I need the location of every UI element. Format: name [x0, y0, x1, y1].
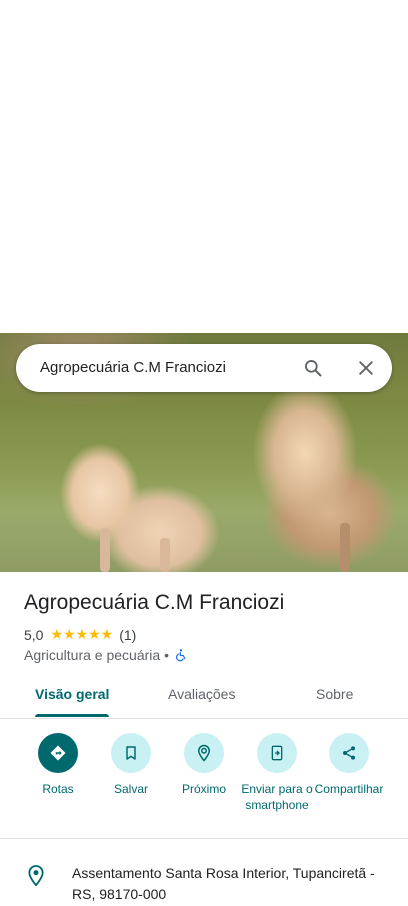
bookmark-icon: [126, 746, 136, 760]
nearby-icon-wrap: [184, 733, 224, 773]
share-label: Compartilhar: [314, 782, 384, 796]
active-tab-indicator: [35, 714, 109, 717]
review-count[interactable]: (1): [119, 627, 136, 643]
directions-label: Rotas: [42, 782, 74, 796]
close-icon[interactable]: [356, 358, 376, 378]
send-to-phone-icon-wrap: [257, 733, 297, 773]
place-category-row: Agricultura e pecuária •: [24, 647, 188, 663]
directions-button[interactable]: Rotas: [18, 733, 98, 797]
rating-value: 5,0: [24, 626, 44, 643]
place-category: Agricultura e pecuária •: [24, 647, 169, 663]
send-to-phone-button[interactable]: Enviar para o smartphone: [237, 733, 317, 813]
address-text[interactable]: Assentamento Santa Rosa Interior, Tupanc…: [72, 863, 392, 905]
sheep-leg: [160, 538, 170, 572]
directions-icon: [50, 745, 66, 761]
save-button[interactable]: Salvar: [91, 733, 171, 797]
star-rating-icon: ★★★★★: [50, 626, 114, 642]
directions-icon-wrap: [38, 733, 78, 773]
tab-about[interactable]: Sobre: [316, 686, 353, 702]
save-icon-wrap: [111, 733, 151, 773]
wheelchair-accessible-icon: [175, 649, 186, 662]
share-button[interactable]: Compartilhar: [309, 733, 389, 797]
tab-bar: Visão geral Avaliações Sobre: [0, 672, 408, 719]
sheep-leg: [340, 523, 350, 572]
send-to-phone-label: Enviar para o smartphone: [241, 782, 313, 812]
tab-reviews[interactable]: Avaliações: [168, 686, 235, 702]
sheep-leg: [100, 528, 110, 572]
search-bar[interactable]: Agropecuária C.M Franciozi: [16, 344, 392, 392]
location-pin-icon: [28, 865, 44, 887]
rating-row[interactable]: 5,0 ★★★★★ (1): [24, 626, 136, 643]
share-icon: [343, 746, 355, 760]
place-title: Agropecuária C.M Franciozi: [24, 591, 285, 614]
section-divider: [0, 838, 408, 839]
nearby-label: Próximo: [181, 782, 226, 796]
tab-overview[interactable]: Visão geral: [35, 686, 109, 702]
search-icon[interactable]: [303, 358, 323, 378]
save-label: Salvar: [113, 782, 148, 796]
send-to-phone-icon: [271, 745, 283, 761]
share-icon-wrap: [329, 733, 369, 773]
search-input[interactable]: Agropecuária C.M Franciozi: [40, 359, 226, 376]
nearby-icon: [197, 744, 211, 762]
nearby-button[interactable]: Próximo: [164, 733, 244, 797]
